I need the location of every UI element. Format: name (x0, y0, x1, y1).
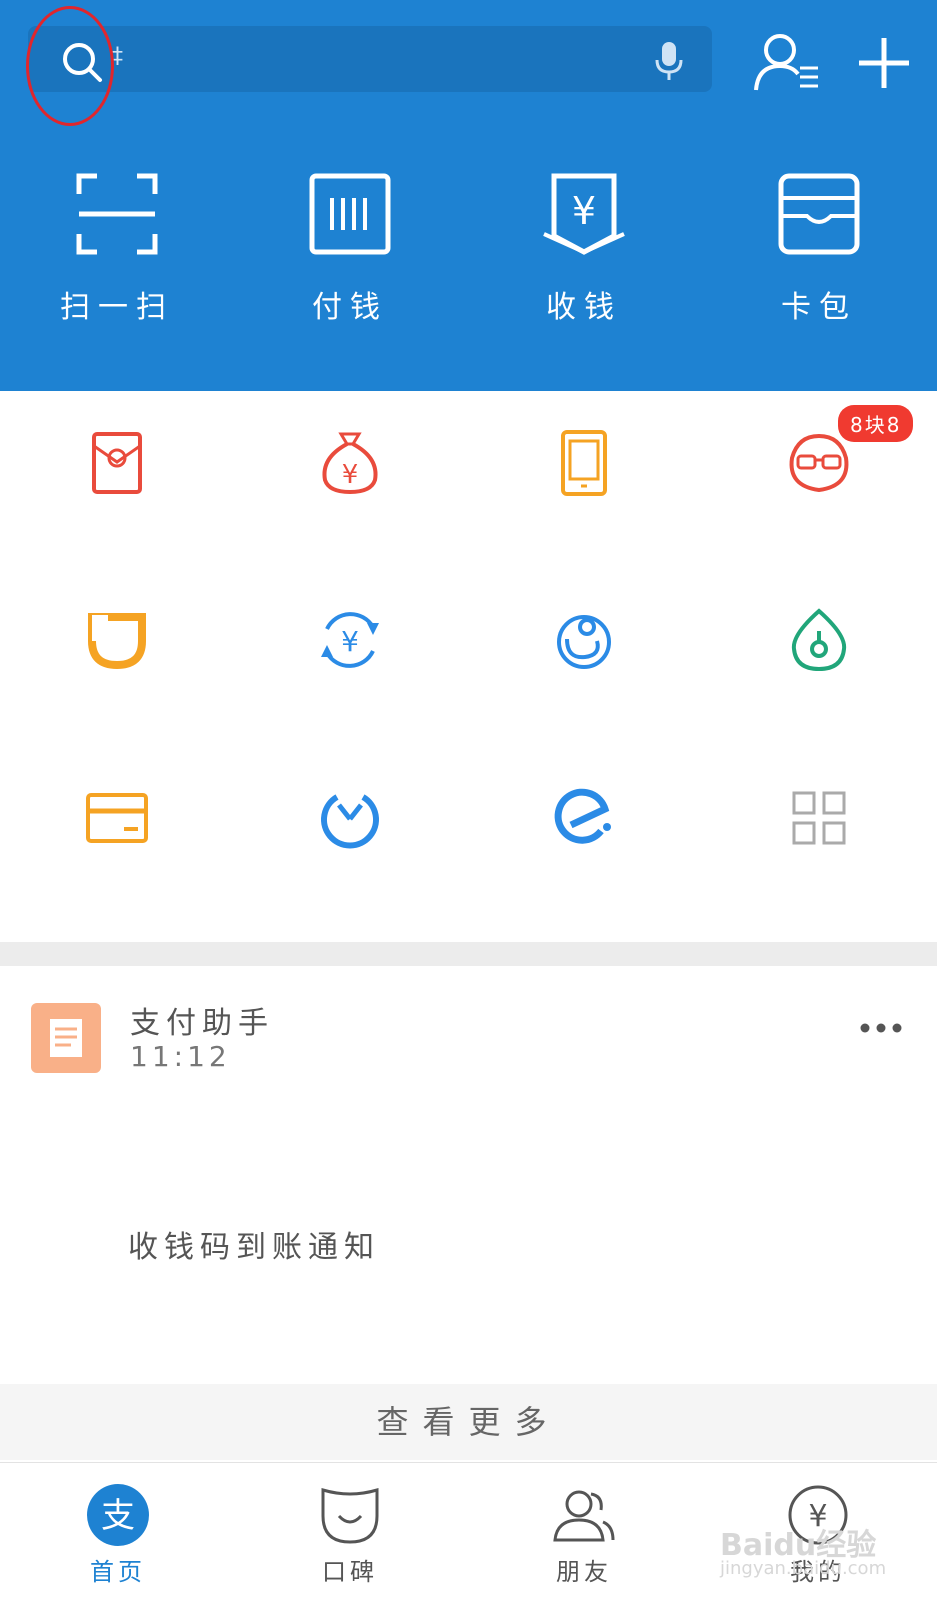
clock-icon (321, 794, 379, 849)
document-icon (31, 1003, 101, 1073)
ant-icon (557, 615, 611, 669)
scan-icon (76, 173, 158, 255)
svg-text:¥: ¥ (342, 460, 359, 490)
watermark-url: jingyan.baidu.com (720, 1558, 887, 1579)
drop-icon (791, 608, 847, 672)
tab-label: 首页 (90, 1558, 146, 1586)
quick-label: 卡包 (781, 290, 857, 325)
grid-item-ant[interactable] (484, 605, 684, 745)
contacts-icon[interactable] (752, 30, 824, 96)
add-icon[interactable] (848, 30, 920, 96)
grid-item-phone-recharge[interactable] (484, 428, 684, 568)
grid-item-more[interactable] (719, 783, 919, 923)
more-options-icon[interactable] (858, 1020, 904, 1036)
tab-home[interactable]: 支 首页 (58, 1482, 178, 1587)
quick-wallet[interactable]: 卡包 (719, 172, 919, 342)
quick-label: 收钱 (546, 290, 622, 325)
tab-koubei[interactable]: 口碑 (290, 1482, 410, 1587)
quick-scan[interactable]: 扫一扫 (17, 172, 217, 342)
grid-item-card[interactable] (17, 783, 217, 923)
tab-label: 朋友 (556, 1558, 612, 1586)
home-icon: 支 (87, 1484, 149, 1546)
grid-item-money-bag[interactable]: ¥ (250, 428, 450, 568)
message-time: 11:12 (130, 1040, 231, 1073)
quick-label: 付钱 (312, 290, 388, 325)
tab-label: 口碑 (322, 1558, 378, 1586)
grid-item-transfer[interactable]: ¥ (250, 605, 450, 745)
message-body[interactable]: 收钱码到账通知 (128, 1222, 380, 1266)
money-bag-icon: ¥ (322, 432, 378, 495)
section-divider (0, 942, 937, 966)
red-envelope-icon (92, 432, 142, 494)
search-bar[interactable] (28, 26, 712, 92)
koubei-icon (321, 1487, 379, 1544)
message-title: 支付助手 (130, 1006, 274, 1041)
see-more-button[interactable]: 查看更多 (0, 1384, 937, 1460)
grid-item-koubei-face[interactable] (719, 428, 919, 568)
grid-item-ele[interactable] (484, 783, 684, 923)
quick-receive[interactable]: ¥ 收钱 (484, 172, 684, 342)
highlight-circle (26, 6, 114, 126)
wallet-icon (778, 173, 860, 255)
friends-icon (553, 1490, 615, 1542)
svg-text:支: 支 (101, 1496, 135, 1536)
grid-item-red-envelope[interactable] (17, 428, 217, 568)
barcode-icon (309, 173, 391, 255)
grid-item-didi[interactable] (17, 605, 217, 745)
more-grid-icon (792, 791, 846, 845)
quick-label: 扫一扫 (60, 290, 174, 325)
microphone-icon[interactable] (652, 40, 686, 82)
quick-pay[interactable]: 付钱 (250, 172, 450, 342)
svg-text:¥: ¥ (341, 625, 359, 658)
tab-friends[interactable]: 朋友 (524, 1482, 644, 1587)
svg-text:¥: ¥ (572, 189, 596, 233)
card-icon (86, 793, 148, 843)
didi-icon (88, 613, 146, 670)
transfer-icon: ¥ (321, 612, 379, 668)
phone-recharge-icon (561, 430, 607, 496)
grid-badge: 8块8 (838, 405, 914, 442)
grid-item-drop[interactable] (719, 605, 919, 745)
grid-item-clock[interactable] (250, 783, 450, 923)
ele-icon (554, 788, 611, 844)
receive-money-icon: ¥ (543, 173, 625, 255)
